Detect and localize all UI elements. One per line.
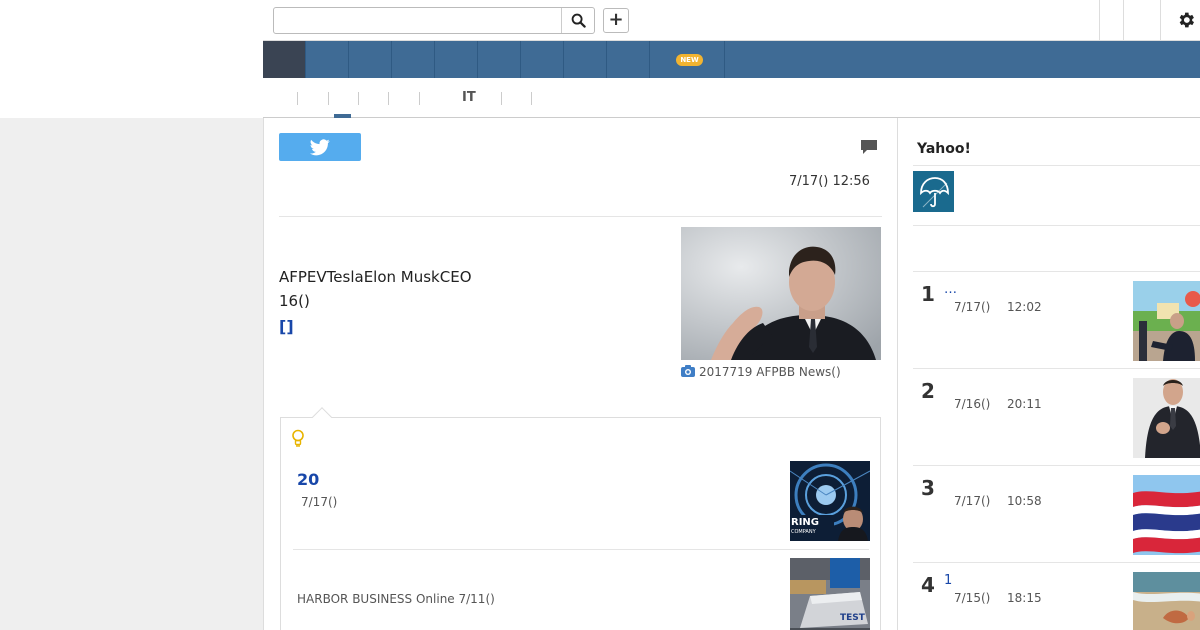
rank-time: 10:58: [1007, 494, 1042, 508]
svg-text:RING: RING: [791, 517, 819, 528]
mural-image: [1133, 281, 1200, 361]
related-item-thumbnail[interactable]: RING COMPANY: [790, 461, 870, 541]
photo-caption: 2017719 AFPBB News(): [681, 364, 881, 380]
twitter-icon: [310, 138, 330, 155]
nav-item[interactable]: [392, 41, 435, 78]
nav-item-top[interactable]: [263, 41, 306, 78]
rank-number: 3: [921, 476, 935, 500]
article-body: AFPEVTeslaElon MuskCEO 16(): [279, 265, 472, 313]
rank-title[interactable]: …: [944, 282, 957, 297]
article-body-line: AFPEVTeslaElon MuskCEO: [279, 268, 472, 286]
rank-date: 7/17(): [954, 300, 991, 314]
related-articles-box: 20 7/17() RING COMPANY HARBOR BUSINESS O…: [280, 407, 881, 630]
divider: [279, 216, 882, 217]
twitter-share-button[interactable]: [279, 133, 361, 161]
subnav-divider: [501, 92, 502, 105]
search-button[interactable]: [563, 8, 594, 33]
rank-number: 1: [921, 282, 935, 306]
subnav-divider: [388, 92, 389, 105]
search-icon: [571, 13, 586, 28]
tunnel-image: RING COMPANY: [790, 461, 870, 541]
rank-number: 2: [921, 379, 935, 403]
rank-title[interactable]: 1: [944, 573, 952, 588]
divider: [293, 549, 869, 550]
beach-image: [1133, 572, 1200, 630]
sidebar-title: Yahoo!: [917, 141, 971, 157]
header-divider: [1123, 0, 1124, 40]
ranking-item[interactable]: 1 … 7/17() 12:02: [913, 272, 1200, 368]
divider: [913, 165, 1200, 166]
top-header: +: [263, 0, 1200, 41]
article-main: 7/17() 12:56 AFPEVTeslaElon MuskCEO 16()…: [263, 118, 897, 630]
sidebar: Yahoo! 1 … 7/17() 12:02 2 7/16() 20:11 3…: [897, 118, 1200, 630]
nav-item[interactable]: [349, 41, 392, 78]
subnav-divider: [531, 92, 532, 105]
subnav-divider: [419, 92, 420, 105]
subnav-divider: [328, 92, 329, 105]
article-body-line: 16(): [279, 292, 310, 310]
article-continue-link[interactable]: []: [279, 317, 294, 336]
rank-thumbnail[interactable]: [1133, 281, 1200, 361]
related-item-date: 7/17(): [301, 495, 338, 509]
article-datetime: 7/17() 12:56: [789, 174, 870, 189]
comment-icon[interactable]: [860, 139, 878, 155]
subnav-item-it[interactable]: IT: [462, 90, 476, 105]
portrait-image: [681, 227, 881, 360]
rank-time: 12:02: [1007, 300, 1042, 314]
rank-date: 7/16(): [954, 397, 991, 411]
sub-navbar: IT: [263, 78, 1200, 118]
search-input[interactable]: [274, 8, 562, 33]
add-button[interactable]: +: [603, 8, 629, 33]
rank-time: 20:11: [1007, 397, 1042, 411]
ranking-item[interactable]: 3 7/17() 10:58: [913, 466, 1200, 562]
nav-item[interactable]: [564, 41, 607, 78]
camera-icon: [681, 365, 695, 377]
left-blank-area: [0, 0, 263, 118]
rank-time: 18:15: [1007, 591, 1042, 605]
rank-thumbnail[interactable]: [1133, 572, 1200, 630]
subnav-divider: [358, 92, 359, 105]
svg-text:COMPANY: COMPANY: [791, 529, 817, 535]
subnav-divider: [297, 92, 298, 105]
rank-number: 4: [921, 573, 935, 597]
related-item-thumbnail[interactable]: TEST: [790, 558, 870, 630]
bulb-icon: [292, 429, 304, 447]
new-badge: NEW: [676, 54, 703, 66]
related-item-source: HARBOR BUSINESS Online 7/11(): [297, 592, 495, 606]
rank-thumbnail[interactable]: [1133, 378, 1200, 458]
ranking-item[interactable]: 2 7/16() 20:11: [913, 369, 1200, 465]
related-item-title[interactable]: 20: [297, 470, 319, 489]
photo-caption-text: 2017719 AFPBB News(): [699, 365, 841, 379]
box-notch: [312, 407, 332, 427]
umbrella-icon[interactable]: [913, 171, 954, 212]
ranking-item[interactable]: 4 1 7/15() 18:15: [913, 563, 1200, 630]
nav-item[interactable]: [306, 41, 349, 78]
svg-text:TEST: TEST: [840, 613, 866, 623]
divider: [913, 225, 1200, 226]
nav-item[interactable]: [478, 41, 521, 78]
article-photo[interactable]: [681, 227, 881, 360]
man-in-suit-image: [1133, 378, 1200, 458]
gear-icon[interactable]: [1176, 10, 1196, 30]
header-divider: [1160, 0, 1161, 40]
rank-thumbnail[interactable]: [1133, 475, 1200, 555]
category-navbar: NEW: [263, 41, 1200, 78]
nav-item[interactable]: [607, 41, 650, 78]
rank-date: 7/15(): [954, 591, 991, 605]
nav-item[interactable]: [521, 41, 564, 78]
search-box: [273, 7, 595, 34]
rank-date: 7/17(): [954, 494, 991, 508]
flag-image: [1133, 475, 1200, 555]
pod-image: TEST: [790, 558, 870, 630]
header-divider: [1099, 0, 1100, 40]
nav-item[interactable]: [435, 41, 478, 78]
